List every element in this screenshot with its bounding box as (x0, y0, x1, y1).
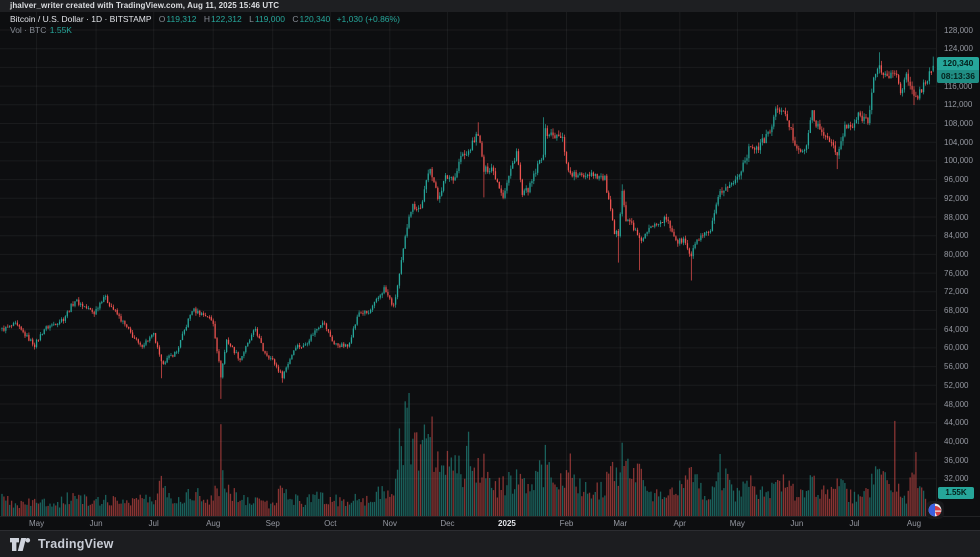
time-axis-tick: Sep (266, 519, 280, 529)
price-axis-tick: 56,000 (944, 362, 968, 371)
volume-indicator-value: 1.55K (50, 25, 72, 35)
footer-bar: TradingView (0, 530, 980, 557)
price-axis-tick: 44,000 (944, 418, 968, 427)
price-axis-tick: 60,000 (944, 343, 968, 352)
tradingview-snapshot: jhalver_writer created with TradingView.… (0, 0, 980, 557)
volume-axis-label: 1.55K (938, 487, 974, 499)
bar-countdown: 08:13:36 (937, 70, 979, 83)
price-axis-tick: 36,000 (944, 456, 968, 465)
time-axis-tick: Jul (849, 519, 859, 529)
last-price-value: 120,340 (937, 57, 979, 70)
price-axis-tick: 88,000 (944, 213, 968, 222)
open-label: O (159, 14, 166, 24)
tradingview-logo-icon[interactable] (10, 538, 31, 551)
last-price-label: 120,340 08:13:36 (937, 57, 979, 83)
price-axis-tick: 128,000 (944, 26, 973, 35)
close-label: C (292, 14, 298, 24)
time-axis-tick: Oct (324, 519, 336, 529)
time-axis-tick: Aug (907, 519, 921, 529)
price-axis-tick: 68,000 (944, 306, 968, 315)
time-axis-tick: Jul (149, 519, 159, 529)
price-axis-tick: 40,000 (944, 437, 968, 446)
price-axis-tick: 80,000 (944, 250, 968, 259)
time-axis-tick: Dec (440, 519, 454, 529)
price-axis-tick: 84,000 (944, 231, 968, 240)
high-value: 122,312 (211, 14, 242, 24)
symbol-legend: Bitcoin / U.S. Dollar · 1D · BITSTAMP O1… (10, 14, 400, 36)
time-axis-tick: Jun (90, 519, 103, 529)
low-value: 119,000 (255, 14, 285, 24)
time-axis-tick: 2025 (498, 519, 516, 529)
price-axis-tick: 76,000 (944, 269, 968, 278)
snapshot-watermark: jhalver_writer created with TradingView.… (0, 0, 980, 12)
time-axis-tick: Feb (560, 519, 574, 529)
price-axis-tick: 48,000 (944, 400, 968, 409)
close-value: 120,340 (299, 14, 330, 24)
price-axis-tick: 108,000 (944, 119, 973, 128)
price-axis-tick: 32,000 (944, 474, 968, 483)
tradingview-brand[interactable]: TradingView (38, 537, 114, 551)
price-axis-tick: 52,000 (944, 381, 968, 390)
price-axis-tick: 72,000 (944, 287, 968, 296)
time-axis-tick: Mar (613, 519, 627, 529)
price-axis-tick: 100,000 (944, 156, 973, 165)
high-label: H (204, 14, 210, 24)
candlestick-chart-canvas[interactable] (0, 0, 936, 516)
time-axis-tick: May (730, 519, 745, 529)
low-label: L (249, 14, 254, 24)
price-axis-tick: 112,000 (944, 100, 972, 109)
us-flag-icon (926, 501, 944, 519)
change-value: +1,030 (+0.86%) (337, 14, 400, 24)
time-axis-tick: Jun (790, 519, 803, 529)
time-axis-tick: Nov (383, 519, 397, 529)
price-axis-tick: 64,000 (944, 325, 968, 334)
price-axis-tick: 124,000 (944, 44, 973, 53)
price-axis-tick: 92,000 (944, 194, 968, 203)
time-axis-tick: Apr (674, 519, 686, 529)
time-axis-tick: May (29, 519, 44, 529)
price-axis-tick: 104,000 (944, 138, 973, 147)
symbol-title[interactable]: Bitcoin / U.S. Dollar · 1D · BITSTAMP (10, 14, 151, 24)
price-axis-tick: 96,000 (944, 175, 968, 184)
volume-indicator-label[interactable]: Vol · BTC (10, 25, 46, 35)
time-axis-tick: Aug (206, 519, 220, 529)
open-value: 119,312 (166, 14, 196, 24)
time-axis[interactable]: May Jun Jul Aug Sep Oct Nov Dec 2025 Feb Mar Apr May… (0, 516, 980, 531)
